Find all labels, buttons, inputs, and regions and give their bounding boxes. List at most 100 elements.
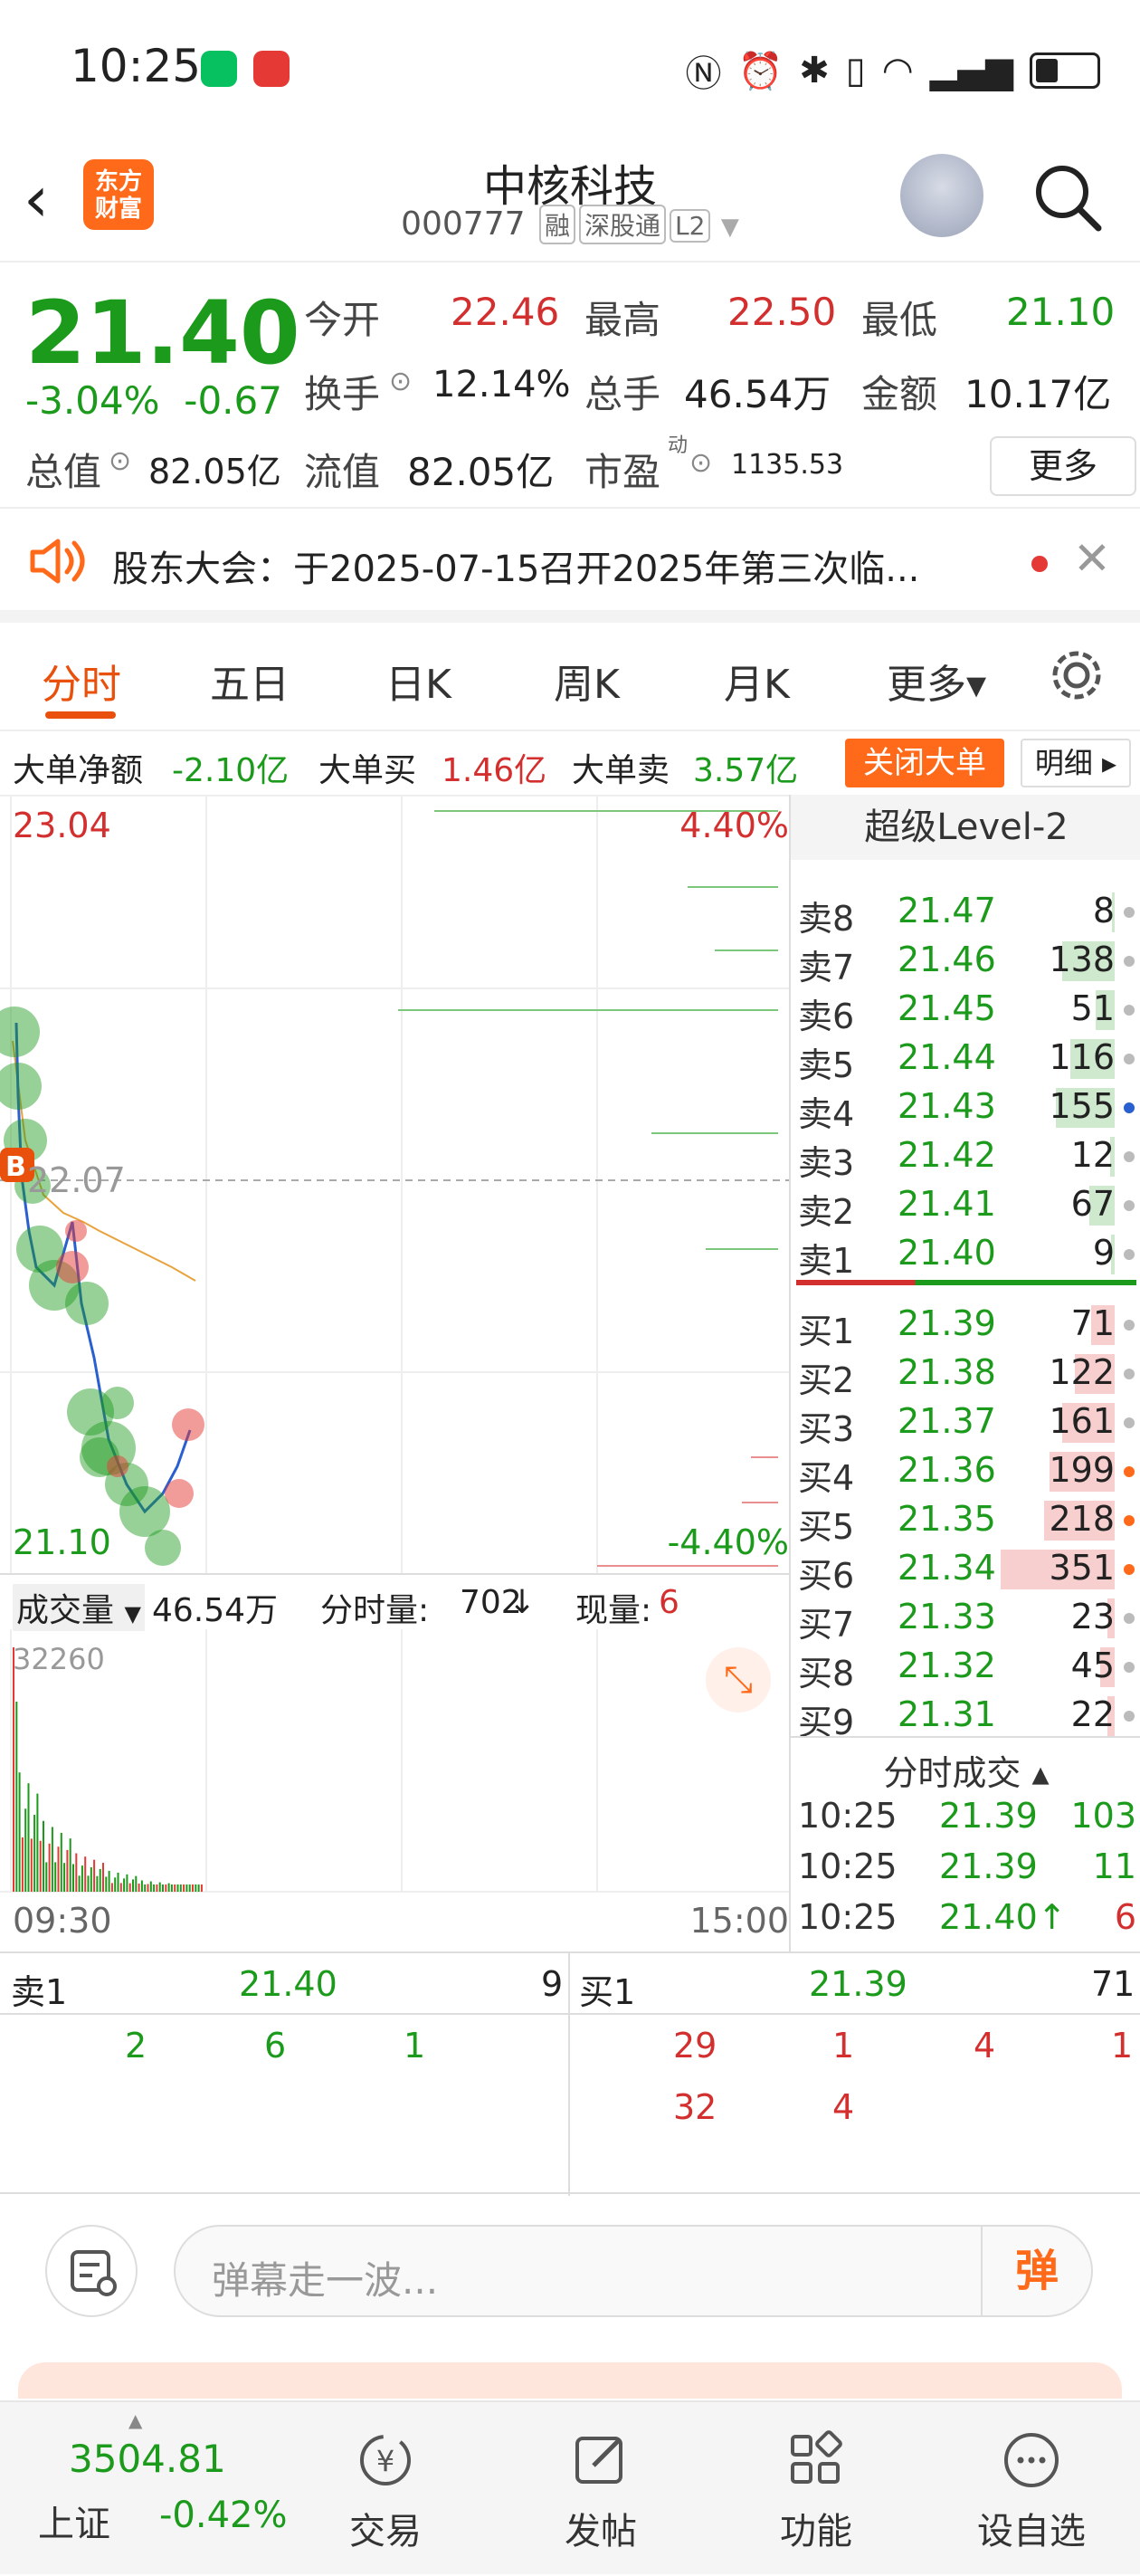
close-big-order-button[interactable]: 关闭大单 bbox=[845, 739, 1004, 787]
tab-more[interactable]: 更多▾ bbox=[887, 652, 986, 710]
level2-panel: 超级Level-2 卖8 21.47 8 卖7 21.46 138 卖6 21.45 51 卖5 2… bbox=[789, 795, 1140, 1951]
ask-row[interactable]: 卖3 21.42 12 bbox=[791, 1130, 1140, 1183]
caret-up-icon: ▲ bbox=[128, 2409, 143, 2431]
index-value: 3504.81 bbox=[69, 2437, 226, 2481]
more-button[interactable]: 更多 bbox=[990, 436, 1136, 496]
tick-title[interactable]: 分时成交 ▴ bbox=[791, 1745, 1140, 1795]
notification-app-icon bbox=[253, 51, 290, 87]
intraday-chart[interactable]: 23.04 21.10 4.40% -4.40% 22.07 B bbox=[0, 795, 789, 1575]
ask-qty: 155 bbox=[1049, 1086, 1115, 1126]
bid-row[interactable]: 买1 21.39 71 bbox=[791, 1298, 1140, 1351]
bid-qty: 161 bbox=[1049, 1401, 1115, 1441]
info-icon[interactable]: ⊙ bbox=[689, 447, 712, 479]
ask-row[interactable]: 卖4 21.43 155 bbox=[791, 1081, 1140, 1134]
bid-row[interactable]: 买5 21.35 218 bbox=[791, 1493, 1140, 1547]
level2-title: 超级Level-2 bbox=[791, 795, 1140, 860]
stock-header: ‹ 东方 财富 中核科技 000777 融深股通 L2 ▼ bbox=[0, 145, 1140, 262]
ask-row[interactable]: 卖2 21.41 67 bbox=[791, 1178, 1140, 1232]
volume-bar bbox=[63, 1863, 66, 1892]
ask-row[interactable]: 卖1 21.40 9 bbox=[791, 1227, 1140, 1281]
ask-qty: 51 bbox=[1070, 988, 1115, 1028]
total-cap-value: 82.05亿 bbox=[148, 452, 281, 491]
tab-daily-k[interactable]: 日K bbox=[385, 652, 451, 710]
net-label: 大单净额 bbox=[13, 752, 144, 789]
detail-button[interactable]: 明细 ▸ bbox=[1021, 739, 1131, 787]
status-dot bbox=[1124, 1151, 1135, 1162]
tab-five-day[interactable]: 五日 bbox=[210, 652, 290, 710]
nav-watchlist[interactable]: 设自选 bbox=[968, 2402, 1095, 2576]
order-queue: 卖1 21.40 9 买1 21.39 71 2 6 1 29 1 4 1 32… bbox=[0, 1951, 1140, 2196]
bid-name: 买3 bbox=[798, 1409, 855, 1449]
expand-icon[interactable]: ⤡ bbox=[706, 1647, 771, 1713]
net-value: -2.10亿 bbox=[172, 752, 290, 789]
tab-weekly-k[interactable]: 周K bbox=[554, 652, 620, 710]
high-label: 最高 bbox=[584, 298, 661, 342]
total-cap-label: 总值 bbox=[25, 450, 102, 494]
current-volume-label: 现量: bbox=[575, 1592, 652, 1629]
queue-buy-order: 4 bbox=[832, 2087, 855, 2127]
pe-sup: 动 bbox=[668, 434, 689, 457]
volume-label: 总手 bbox=[584, 372, 661, 416]
status-dot bbox=[1124, 907, 1135, 918]
speaker-icon bbox=[30, 539, 85, 584]
alarm-icon: ⏰ bbox=[737, 50, 784, 92]
bid-name: 买4 bbox=[798, 1458, 855, 1498]
bid-price: 21.35 bbox=[898, 1499, 996, 1539]
pe-value: 1135.53 bbox=[731, 449, 844, 481]
volume-selector[interactable]: 成交量 ▼ bbox=[13, 1584, 145, 1631]
index-ticker[interactable]: ▲ 3504.81 上证 -0.42% bbox=[0, 2402, 308, 2576]
tick-list: 分时成交 ▴ 10:25 21.39 103 10:25 21.39 11 10:25 21.… bbox=[791, 1736, 1140, 1951]
tag-connect: 深股通 bbox=[579, 205, 667, 244]
tab-monthly-k[interactable]: 月K bbox=[724, 652, 790, 710]
ask-row[interactable]: 卖5 21.44 116 bbox=[791, 1032, 1140, 1085]
current-volume-value: 6 bbox=[659, 1584, 679, 1621]
queue-buy-price: 21.39 bbox=[809, 1964, 907, 2004]
volume-bar bbox=[147, 1884, 149, 1892]
danmu-input[interactable]: 弹幕走一波... 弹 bbox=[174, 2225, 1093, 2317]
info-icon[interactable]: ⊙ bbox=[109, 445, 131, 477]
ask-row[interactable]: 卖7 21.46 138 bbox=[791, 934, 1140, 987]
bid-name: 买1 bbox=[798, 1312, 855, 1351]
volume-bar bbox=[87, 1875, 90, 1892]
ask-qty: 67 bbox=[1070, 1184, 1115, 1224]
tick-price: 21.39 bbox=[939, 1796, 1038, 1836]
bid-row[interactable]: 买8 21.32 45 bbox=[791, 1640, 1140, 1693]
nfc-icon: Ⓝ bbox=[685, 53, 722, 95]
volume-bar bbox=[43, 1820, 44, 1892]
tick-price: 21.39 bbox=[939, 1846, 1038, 1886]
volume-bar bbox=[105, 1876, 108, 1892]
volume-chart-svg bbox=[0, 1629, 789, 1893]
bid-row[interactable]: 买4 21.36 199 bbox=[791, 1445, 1140, 1498]
bid-row[interactable]: 买9 21.31 22 bbox=[791, 1689, 1140, 1742]
ask-name: 卖5 bbox=[798, 1045, 855, 1085]
ask-row[interactable]: 卖8 21.47 8 bbox=[791, 885, 1140, 939]
notice-bar[interactable]: 股东大会：于2025-07-15召开2025年第三次临... ✕ bbox=[0, 507, 1140, 623]
search-icon[interactable] bbox=[1031, 161, 1104, 234]
danmu-send-button[interactable]: 弹 bbox=[981, 2227, 1091, 2315]
tab-intraday[interactable]: 分时 bbox=[42, 652, 121, 710]
volume-bar bbox=[185, 1884, 188, 1892]
ask-name: 卖1 bbox=[798, 1241, 855, 1281]
bid-row[interactable]: 买7 21.33 23 bbox=[791, 1591, 1140, 1645]
nav-functions[interactable]: 功能 bbox=[753, 2402, 879, 2576]
status-dot bbox=[1124, 1711, 1135, 1722]
robot-avatar[interactable] bbox=[900, 154, 983, 237]
info-icon[interactable]: ⊙ bbox=[389, 366, 412, 397]
promo-banner[interactable] bbox=[18, 2362, 1122, 2399]
tick-time: 10:25 bbox=[798, 1897, 898, 1937]
ask-row[interactable]: 卖6 21.45 51 bbox=[791, 983, 1140, 1036]
volume-bar bbox=[170, 1884, 173, 1892]
bid-row[interactable]: 买2 21.38 122 bbox=[791, 1347, 1140, 1400]
nav-post[interactable]: 发帖 bbox=[537, 2402, 664, 2576]
dropdown-icon[interactable]: ▼ bbox=[721, 214, 739, 241]
bid-row[interactable]: 买6 21.34 351 bbox=[791, 1542, 1140, 1596]
settings-icon[interactable] bbox=[1048, 646, 1106, 704]
danmu-settings-icon[interactable] bbox=[45, 2225, 138, 2317]
nav-trade[interactable]: ¥ 交易 bbox=[322, 2402, 449, 2576]
big-buy-value: 1.46亿 bbox=[442, 752, 547, 789]
minute-volume-label: 分时量: bbox=[320, 1592, 430, 1629]
bid-row[interactable]: 买3 21.37 161 bbox=[791, 1396, 1140, 1449]
change-pct: -3.04% bbox=[25, 378, 160, 423]
edit-icon bbox=[575, 2437, 622, 2484]
close-icon[interactable]: ✕ bbox=[1073, 532, 1111, 585]
